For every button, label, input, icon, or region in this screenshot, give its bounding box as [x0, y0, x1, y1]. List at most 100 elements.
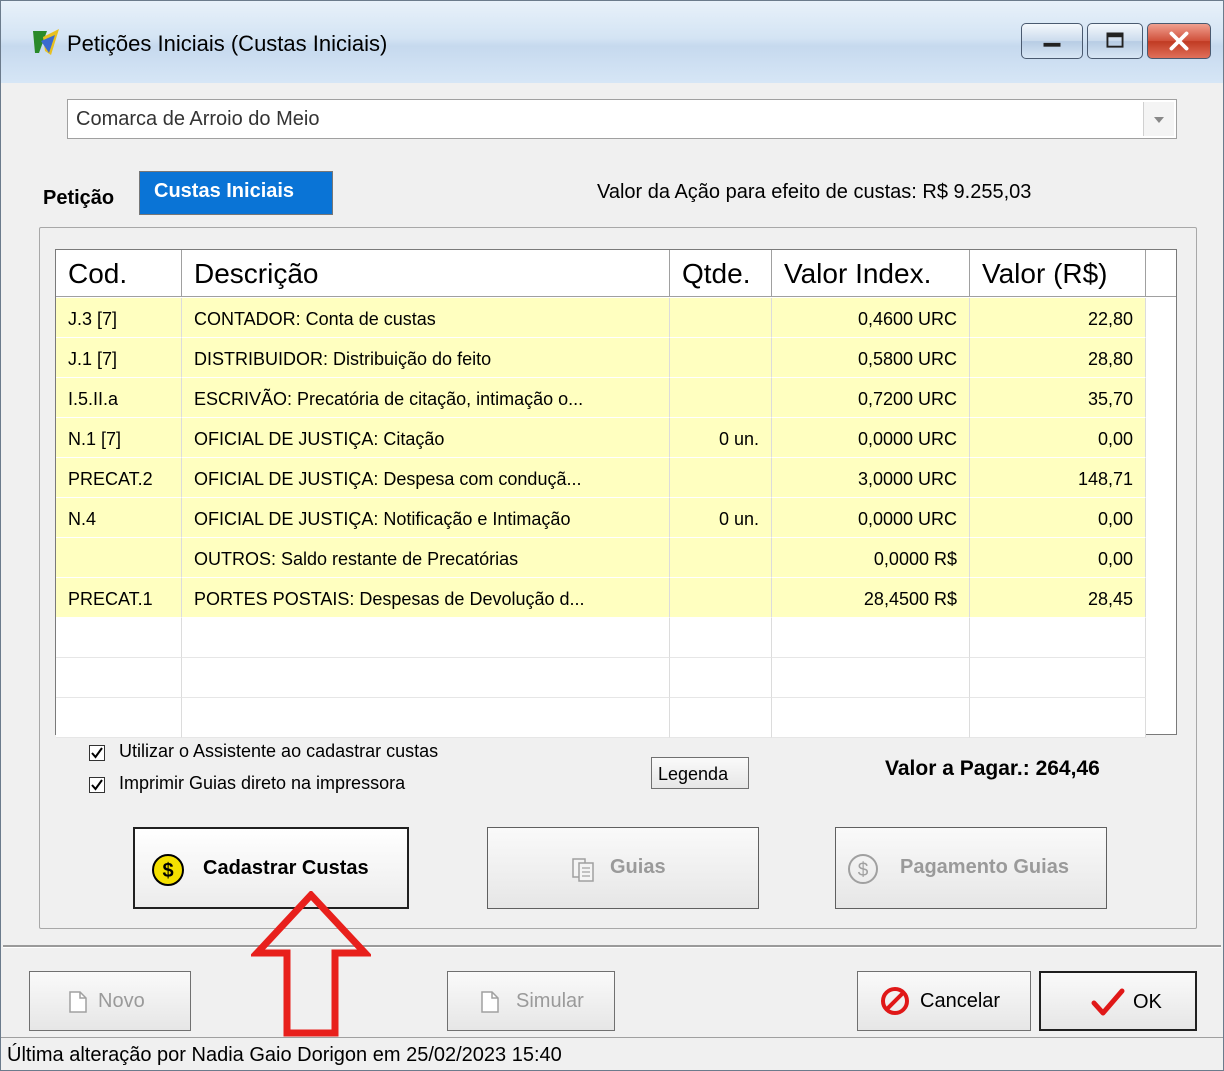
tab-custas-label: Custas Iniciais: [154, 180, 295, 202]
table-row[interactable]: PRECAT.2 OFICIAL DE JUSTIÇA: Despesa com …: [56, 458, 1146, 498]
table-row-empty[interactable]: [56, 698, 1146, 738]
dropdown-button[interactable]: [1143, 102, 1174, 136]
valor-acao-label: Valor da Ação para efeito de custas: R$ …: [597, 181, 1032, 203]
cell-valor-index-text: 0,0000 URC: [857, 429, 957, 449]
cell-valor-index-text: 0,4600 URC: [857, 309, 957, 329]
title-bar: Petições Iniciais (Custas Iniciais): [1, 1, 1223, 83]
cell-valor: 0,00: [970, 498, 1146, 538]
header-valor-label: Valor (R$): [982, 258, 1108, 289]
cell-cod: PRECAT.2: [56, 458, 182, 498]
cell-qtde: [670, 338, 772, 378]
header-qtde[interactable]: Qtde.: [670, 250, 772, 296]
cell-cod: PRECAT.1: [56, 578, 182, 618]
ok-label: OK: [1133, 991, 1162, 1013]
cell-valor-text: 0,00: [1097, 429, 1133, 449]
assistente-checkbox[interactable]: [89, 745, 105, 761]
cell-cod: [56, 618, 182, 658]
cell-descricao-text: ESCRIVÃO: Precatória de citação, intimaç…: [194, 389, 584, 409]
checkmark-icon: [91, 747, 103, 759]
cell-valor-index: 0,7200 URC: [772, 378, 970, 418]
cell-valor-index: 28,4500 R$: [772, 578, 970, 618]
table-row[interactable]: OUTROS: Saldo restante de Precatórias 0,0…: [56, 538, 1146, 578]
dollar-coin-icon: $: [152, 854, 184, 886]
cancelar-button[interactable]: Cancelar: [857, 971, 1031, 1031]
cell-valor-text: 28,45: [1087, 589, 1133, 609]
documents-icon: [572, 858, 594, 882]
header-qtde-label: Qtde.: [682, 258, 751, 289]
table-row-empty[interactable]: [56, 618, 1146, 658]
cell-valor: [970, 658, 1146, 698]
dollar-outline-icon: $: [848, 854, 878, 884]
cell-valor-text: 28,80: [1087, 349, 1133, 369]
tab-custas-iniciais[interactable]: Custas Iniciais: [139, 171, 333, 215]
cell-valor-text: 22,80: [1087, 309, 1133, 329]
custas-table[interactable]: Cod. Descrição Qtde. Valor Index. Valor …: [55, 249, 1177, 738]
table-row[interactable]: PRECAT.1 PORTES POSTAIS: Despesas de Devo…: [56, 578, 1146, 618]
cell-cod-text: N.4: [68, 509, 97, 529]
imprimir-checkbox[interactable]: [89, 777, 105, 793]
cell-valor: [970, 618, 1146, 658]
separator: [3, 945, 1221, 948]
simular-button[interactable]: Simular: [447, 971, 615, 1031]
table-row[interactable]: J.1 [7] DISTRIBUIDOR: Distribuição do fei…: [56, 338, 1146, 378]
cell-valor-text: 0,00: [1097, 549, 1133, 569]
cell-valor: 28,45: [970, 578, 1146, 618]
cell-cod: [56, 538, 182, 578]
cell-valor-index: 3,0000 URC: [772, 458, 970, 498]
cell-valor-index: [772, 658, 970, 698]
cell-valor-index-text: 3,0000 URC: [857, 469, 957, 489]
cell-qtde: [670, 618, 772, 658]
cell-cod: N.1 [7]: [56, 418, 182, 458]
cell-valor-text: 148,71: [1077, 469, 1133, 489]
guias-label: Guias: [610, 856, 666, 878]
table-row-empty[interactable]: [56, 658, 1146, 698]
cell-valor-index: [772, 698, 970, 738]
legenda-button[interactable]: Legenda: [651, 757, 749, 789]
cell-valor-index: 0,4600 URC: [772, 298, 970, 338]
cell-valor: 35,70: [970, 378, 1146, 418]
new-document-icon: [481, 991, 499, 1013]
status-bar: Última alteração por Nadia Gaio Dorigon …: [1, 1037, 1223, 1070]
cell-descricao: [182, 658, 670, 698]
minimize-button[interactable]: [1021, 23, 1083, 59]
header-descricao[interactable]: Descrição: [182, 250, 670, 296]
cell-cod-text: N.1 [7]: [68, 429, 122, 449]
comarca-value: Comarca de Arroio do Meio: [76, 108, 320, 130]
pagamento-guias-button[interactable]: $ Pagamento Guias: [835, 827, 1107, 909]
cell-descricao: ESCRIVÃO: Precatória de citação, intimaç…: [182, 378, 670, 418]
guias-button[interactable]: Guias: [487, 827, 759, 909]
status-text: Última alteração por Nadia Gaio Dorigon …: [7, 1044, 562, 1066]
cell-descricao: OUTROS: Saldo restante de Precatórias: [182, 538, 670, 578]
minimize-icon: [1043, 42, 1061, 47]
novo-button[interactable]: Novo: [29, 971, 191, 1031]
close-button[interactable]: [1147, 23, 1211, 59]
cell-qtde: [670, 658, 772, 698]
cell-valor-index: 0,0000 R$: [772, 538, 970, 578]
cell-valor: 22,80: [970, 298, 1146, 338]
cell-qtde-text: 0 un.: [718, 429, 759, 449]
assistente-label: Utilizar o Assistente ao cadastrar custa…: [119, 741, 439, 761]
maximize-button[interactable]: [1087, 23, 1143, 59]
header-valor-index[interactable]: Valor Index.: [772, 250, 970, 296]
cell-valor-index: 0,0000 URC: [772, 418, 970, 458]
comarca-select[interactable]: Comarca de Arroio do Meio: [67, 99, 1177, 139]
ok-button[interactable]: OK: [1039, 971, 1197, 1031]
cell-valor-index: 0,5800 URC: [772, 338, 970, 378]
cell-valor: 148,71: [970, 458, 1146, 498]
cell-descricao: PORTES POSTAIS: Despesas de Devolução d.…: [182, 578, 670, 618]
tab-peticao[interactable]: Petição: [33, 177, 137, 215]
cancelar-label: Cancelar: [920, 990, 1001, 1012]
table-row[interactable]: I.5.II.a ESCRIVÃO: Precatória de citação,…: [56, 378, 1146, 418]
table-row[interactable]: J.3 [7] CONTADOR: Conta de custas 0,4600 U…: [56, 298, 1146, 338]
cell-descricao-text: OFICIAL DE JUSTIÇA: Citação: [194, 429, 445, 449]
table-row[interactable]: N.1 [7] OFICIAL DE JUSTIÇA: Citação 0 un. 0…: [56, 418, 1146, 458]
cell-qtde-text: 0 un.: [718, 509, 759, 529]
cell-qtde: [670, 298, 772, 338]
svg-text:$: $: [858, 860, 869, 881]
dropdown-arrow-icon: [1154, 117, 1164, 123]
cell-valor-text: 0,00: [1097, 509, 1133, 529]
cell-valor-index: [772, 618, 970, 658]
header-valor[interactable]: Valor (R$): [970, 250, 1146, 296]
table-row[interactable]: N.4 OFICIAL DE JUSTIÇA: Notificação e Int…: [56, 498, 1146, 538]
header-cod[interactable]: Cod.: [56, 250, 182, 296]
